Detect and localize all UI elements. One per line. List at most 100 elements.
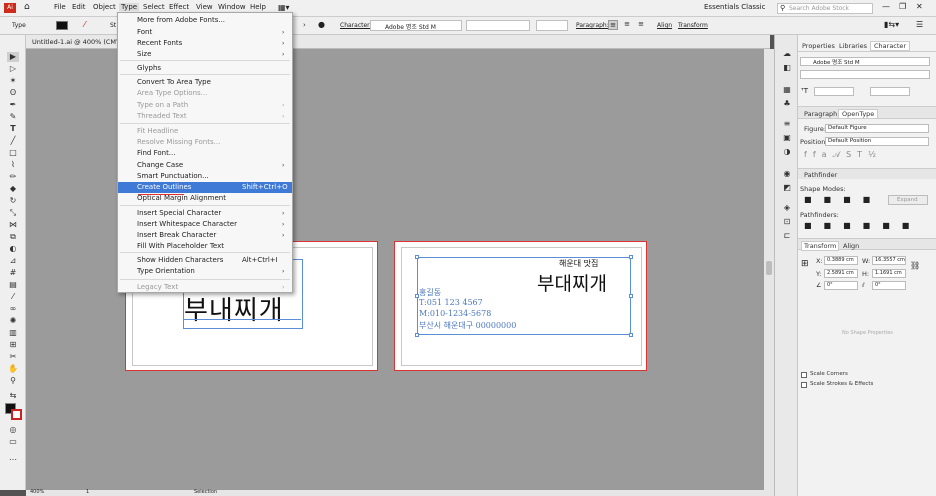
maximize-icon[interactable]: ❐ (899, 2, 906, 11)
gradient-tool-icon[interactable]: ▤ (7, 280, 19, 290)
menu-type[interactable]: Type (119, 3, 140, 11)
home-icon[interactable]: ⌂ (24, 2, 30, 12)
handle-top-left[interactable] (415, 255, 419, 259)
fill-swatch[interactable] (56, 21, 68, 30)
expand-button[interactable]: Expand (888, 195, 928, 205)
zoom-level[interactable]: 400% (30, 489, 44, 495)
tab-properties[interactable]: Properties (802, 42, 835, 50)
tel-text[interactable]: T:051 123 4567 (419, 298, 483, 307)
hand-tool-icon[interactable]: ✋ (7, 364, 19, 374)
pathfinder-icons[interactable]: ■■■■■■ (804, 221, 921, 230)
status-selection[interactable]: Selection (194, 489, 217, 495)
type-menu-item[interactable]: Recent Fonts › (118, 38, 292, 49)
tab-libraries[interactable]: Libraries (839, 42, 867, 50)
free-transform-tool-icon[interactable]: ⧉ (7, 232, 19, 242)
menu-edit[interactable]: Edit (72, 3, 86, 11)
x-field[interactable]: 0.3889 cm (824, 256, 858, 265)
vertical-scrollbar[interactable] (764, 49, 774, 490)
type-menu-item[interactable]: More from Adobe Fonts... (118, 15, 292, 26)
magic-wand-tool-icon[interactable]: ✶ (7, 76, 19, 86)
y-field[interactable]: 2.5891 cm (824, 269, 858, 278)
w-field[interactable]: 16.3557 cm (872, 256, 906, 265)
paragraph-link[interactable]: Paragraph: (576, 22, 609, 29)
arrange-docs-icon[interactable]: ▦▾ (278, 3, 290, 12)
h-field[interactable]: 1.1691 cm (872, 269, 906, 278)
minimize-icon[interactable]: — (882, 2, 890, 11)
name-text[interactable]: 홍길동 (419, 287, 441, 298)
drawing-mode-icon[interactable]: ◎ (7, 425, 19, 435)
shop-text[interactable]: 해운대 맛집 (559, 258, 598, 269)
tab-align[interactable]: Align (843, 242, 859, 250)
lasso-tool-icon[interactable]: ʘ (7, 88, 19, 98)
handle-bottom-right[interactable] (629, 333, 633, 337)
type-menu-item[interactable]: Change Case › (118, 160, 292, 171)
line-tool-icon[interactable]: ╱ (7, 136, 19, 146)
stock-search[interactable]: ⚲ Search Adobe Stock (777, 3, 873, 14)
shear-field[interactable]: 0° (872, 281, 906, 290)
artboard-2-title-text[interactable]: 부대찌개 (537, 269, 607, 296)
menu-object[interactable]: Object (93, 3, 116, 11)
symbol-sprayer-tool-icon[interactable]: ✺ (7, 316, 19, 326)
stroke-swatch[interactable]: ⁄ (84, 20, 85, 29)
pen-tool-icon[interactable]: ✒ (7, 100, 19, 110)
position-select[interactable]: Default Position (825, 137, 929, 146)
constrain-proportions-icon[interactable]: ⛓ (910, 261, 920, 270)
artboard-1-title-text[interactable]: 부내찌개 (184, 290, 284, 327)
stroke-color-icon[interactable] (11, 409, 22, 420)
tab-opentype[interactable]: OpenType (838, 109, 879, 119)
perspective-grid-tool-icon[interactable]: ⊿ (7, 256, 19, 266)
vertical-scroll-thumb[interactable] (766, 261, 772, 275)
type-menu-item[interactable]: Create Outlines Shift+Ctrl+O (118, 182, 292, 193)
symbols-icon[interactable]: ♣ (781, 99, 793, 109)
align-center-icon[interactable]: ≡ (622, 20, 632, 30)
type-menu-item[interactable]: Fill With Placeholder Text (118, 241, 292, 252)
opentype-feature-icons[interactable]: ffa𝒜ST½ (804, 150, 882, 160)
paintbrush-tool-icon[interactable]: ⌇ (7, 160, 19, 170)
figure-select[interactable]: Default Figure (825, 124, 929, 133)
swap-colors-icon[interactable]: ⇆ (7, 391, 19, 401)
menu-view[interactable]: View (196, 3, 213, 11)
font-family-select[interactable]: Adobe 명조 Std M (370, 20, 462, 31)
type-menu-item[interactable]: Font › (118, 27, 292, 38)
character-size-field[interactable] (814, 87, 854, 96)
screen-mode-icon[interactable]: ▭ (7, 437, 19, 447)
reference-point-icon[interactable]: ⊞ (801, 259, 809, 269)
zoom-tool-icon[interactable]: ⚲ (7, 376, 19, 386)
artboard-2[interactable]: 해운대 맛집 부대찌개 홍길동 T:051 123 4567 M:010-123… (394, 241, 647, 371)
artboards-panel-icon[interactable]: ⊡ (781, 217, 793, 227)
menu-file[interactable]: File (54, 3, 66, 11)
type-menu-item[interactable]: Size › (118, 49, 292, 60)
tab-paragraph[interactable]: Paragraph (804, 110, 837, 118)
menu-effect[interactable]: Effect (169, 3, 189, 11)
shape-mode-icons[interactable]: ■■■■ (804, 195, 882, 204)
rotate-field[interactable]: 0° (824, 281, 858, 290)
gradient-panel-icon[interactable]: ▣ (781, 133, 793, 143)
close-icon[interactable]: ✕ (916, 2, 923, 11)
scale-corners-checkbox[interactable] (801, 372, 807, 378)
swatches-icon[interactable]: ▦ (781, 85, 793, 95)
recolor-icon[interactable]: ● (318, 20, 325, 29)
scale-strokes-checkbox[interactable] (801, 382, 807, 388)
rotate-tool-icon[interactable]: ↻ (7, 196, 19, 206)
arrange-icon[interactable]: ▮⇆▾ (884, 20, 899, 29)
slice-tool-icon[interactable]: ✂ (7, 352, 19, 362)
character-style-select[interactable] (800, 70, 930, 79)
curvature-tool-icon[interactable]: ✎ (7, 112, 19, 122)
handle-bottom-left[interactable] (415, 333, 419, 337)
artboard-tool-icon[interactable]: ⊞ (7, 340, 19, 350)
menu-select[interactable]: Select (143, 3, 165, 11)
type-menu-item[interactable]: Insert Break Character › (118, 230, 292, 241)
chevron-right-icon[interactable]: › (303, 21, 306, 29)
artboard-number[interactable]: 1 (86, 489, 89, 495)
shape-builder-tool-icon[interactable]: ◐ (7, 244, 19, 254)
type-menu-item[interactable]: Type Orientation › (118, 266, 292, 277)
pathfinder-title[interactable]: Pathfinder (804, 171, 837, 179)
rectangle-tool-icon[interactable]: □ (7, 148, 19, 158)
type-menu-item[interactable]: Insert Special Character › (118, 208, 292, 219)
column-graph-tool-icon[interactable]: ▥ (7, 328, 19, 338)
selection-tool-icon[interactable]: ▶ (7, 52, 19, 62)
align-left-icon[interactable]: ≡ (608, 20, 618, 30)
type-menu-item[interactable]: Smart Punctuation... (118, 171, 292, 182)
menu-window[interactable]: Window (218, 3, 246, 11)
pencil-tool-icon[interactable]: ✏ (7, 172, 19, 182)
